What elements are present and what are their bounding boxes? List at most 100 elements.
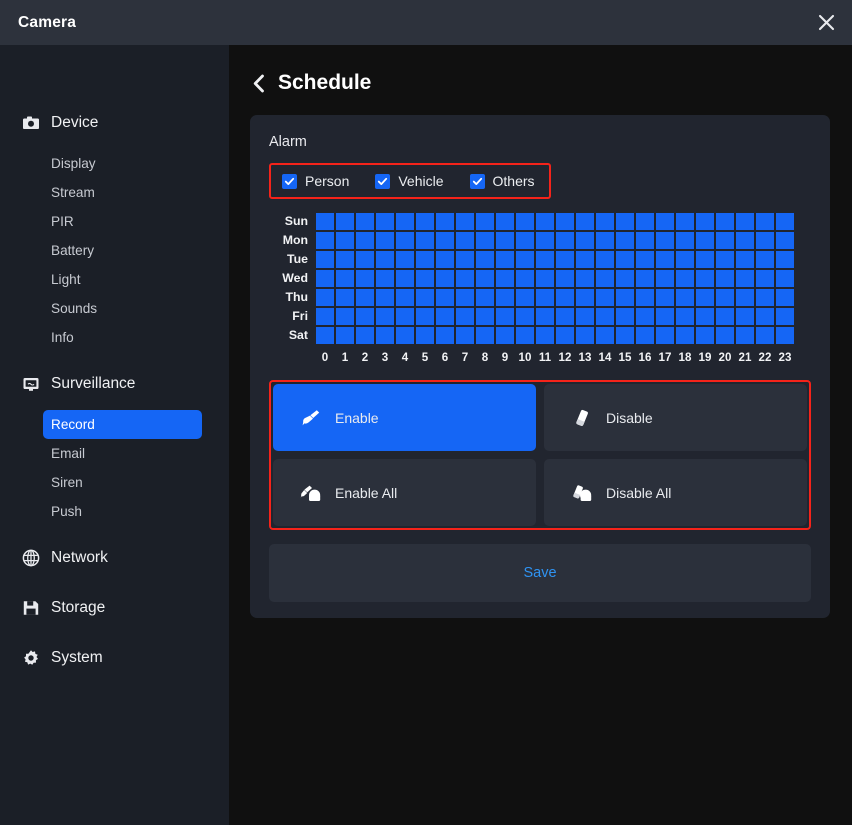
schedule-cell[interactable] — [416, 327, 434, 344]
schedule-cell[interactable] — [516, 289, 534, 306]
schedule-cell[interactable] — [696, 289, 714, 306]
sidebar-item-system[interactable]: System — [0, 640, 229, 676]
checkbox-vehicle[interactable]: Vehicle — [375, 173, 444, 189]
schedule-cell[interactable] — [456, 308, 474, 325]
sidebar-item-email[interactable]: Email — [43, 439, 202, 468]
sidebar-item-surveillance[interactable]: Surveillance — [0, 366, 229, 402]
schedule-cell[interactable] — [556, 213, 574, 230]
sidebar-item-sounds[interactable]: Sounds — [43, 294, 202, 323]
schedule-cell[interactable] — [776, 270, 794, 287]
schedule-cell[interactable] — [496, 327, 514, 344]
schedule-cell[interactable] — [596, 251, 614, 268]
schedule-cell[interactable] — [416, 251, 434, 268]
schedule-cell[interactable] — [516, 308, 534, 325]
schedule-cell[interactable] — [476, 327, 494, 344]
schedule-cell[interactable] — [716, 289, 734, 306]
schedule-cell[interactable] — [476, 270, 494, 287]
schedule-cell[interactable] — [616, 232, 634, 249]
schedule-cell[interactable] — [596, 232, 614, 249]
schedule-cell[interactable] — [636, 213, 654, 230]
sidebar-item-record[interactable]: Record — [43, 410, 202, 439]
sidebar-item-push[interactable]: Push — [43, 497, 202, 526]
enable-button[interactable]: Enable — [273, 384, 536, 451]
schedule-cell[interactable] — [396, 308, 414, 325]
schedule-cell[interactable] — [636, 308, 654, 325]
schedule-cell[interactable] — [336, 213, 354, 230]
schedule-cell[interactable] — [576, 270, 594, 287]
schedule-cell[interactable] — [456, 289, 474, 306]
schedule-cell[interactable] — [396, 270, 414, 287]
schedule-cell[interactable] — [476, 232, 494, 249]
schedule-cell[interactable] — [536, 251, 554, 268]
schedule-cell[interactable] — [656, 270, 674, 287]
schedule-cell[interactable] — [656, 232, 674, 249]
schedule-cell[interactable] — [736, 270, 754, 287]
schedule-cell[interactable] — [736, 289, 754, 306]
schedule-cell[interactable] — [356, 270, 374, 287]
schedule-cell[interactable] — [336, 270, 354, 287]
schedule-cell[interactable] — [436, 270, 454, 287]
schedule-cell[interactable] — [756, 289, 774, 306]
schedule-cell[interactable] — [376, 213, 394, 230]
schedule-cell[interactable] — [516, 251, 534, 268]
schedule-cell[interactable] — [716, 327, 734, 344]
schedule-cell[interactable] — [636, 270, 654, 287]
checkbox-others[interactable]: Others — [469, 173, 535, 189]
schedule-cell[interactable] — [356, 327, 374, 344]
schedule-cell[interactable] — [536, 289, 554, 306]
schedule-cell[interactable] — [696, 232, 714, 249]
schedule-cell[interactable] — [736, 232, 754, 249]
schedule-cell[interactable] — [676, 289, 694, 306]
schedule-cell[interactable] — [636, 251, 654, 268]
schedule-cell[interactable] — [516, 213, 534, 230]
schedule-cell[interactable] — [496, 213, 514, 230]
schedule-cell[interactable] — [656, 251, 674, 268]
schedule-cell[interactable] — [456, 270, 474, 287]
sidebar-item-network[interactable]: Network — [0, 540, 229, 576]
schedule-cell[interactable] — [716, 270, 734, 287]
schedule-cell[interactable] — [556, 327, 574, 344]
schedule-cell[interactable] — [496, 289, 514, 306]
schedule-cell[interactable] — [396, 289, 414, 306]
schedule-cell[interactable] — [416, 308, 434, 325]
schedule-cell[interactable] — [656, 327, 674, 344]
schedule-cell[interactable] — [356, 251, 374, 268]
schedule-cell[interactable] — [636, 289, 654, 306]
schedule-cell[interactable] — [536, 327, 554, 344]
schedule-cell[interactable] — [396, 327, 414, 344]
schedule-cell[interactable] — [576, 232, 594, 249]
schedule-cell[interactable] — [676, 213, 694, 230]
schedule-cell[interactable] — [776, 213, 794, 230]
schedule-cell[interactable] — [776, 308, 794, 325]
schedule-cell[interactable] — [336, 251, 354, 268]
schedule-cell[interactable] — [316, 251, 334, 268]
schedule-cell[interactable] — [696, 213, 714, 230]
schedule-cell[interactable] — [756, 251, 774, 268]
schedule-cell[interactable] — [416, 270, 434, 287]
schedule-cell[interactable] — [756, 327, 774, 344]
schedule-cell[interactable] — [436, 289, 454, 306]
schedule-cell[interactable] — [596, 308, 614, 325]
schedule-cell[interactable] — [756, 232, 774, 249]
schedule-cell[interactable] — [756, 213, 774, 230]
sidebar-item-display[interactable]: Display — [43, 149, 202, 178]
schedule-cell[interactable] — [536, 232, 554, 249]
schedule-cell[interactable] — [496, 251, 514, 268]
schedule-cell[interactable] — [496, 270, 514, 287]
schedule-cell[interactable] — [776, 251, 794, 268]
schedule-cell[interactable] — [316, 289, 334, 306]
schedule-cell[interactable] — [696, 270, 714, 287]
schedule-cell[interactable] — [476, 289, 494, 306]
schedule-cell[interactable] — [736, 308, 754, 325]
schedule-cell[interactable] — [476, 251, 494, 268]
schedule-cell[interactable] — [596, 270, 614, 287]
schedule-cell[interactable] — [336, 327, 354, 344]
schedule-cell[interactable] — [616, 251, 634, 268]
schedule-cell[interactable] — [456, 251, 474, 268]
schedule-cell[interactable] — [616, 213, 634, 230]
schedule-cell[interactable] — [536, 308, 554, 325]
schedule-cell[interactable] — [416, 232, 434, 249]
schedule-cell[interactable] — [516, 327, 534, 344]
schedule-cell[interactable] — [616, 270, 634, 287]
schedule-cell[interactable] — [536, 270, 554, 287]
